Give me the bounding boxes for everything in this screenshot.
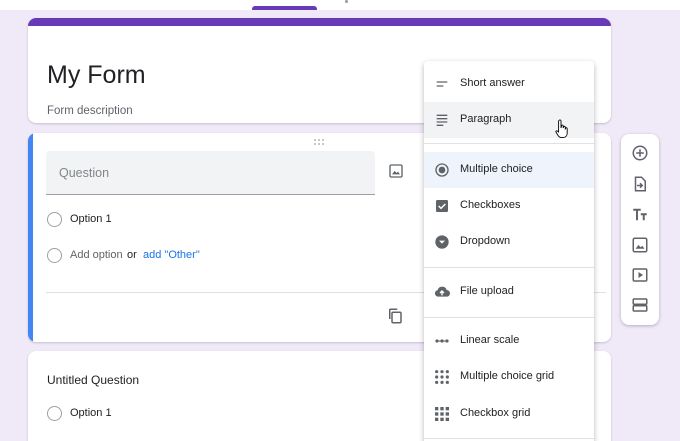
- add-video-icon[interactable]: [631, 266, 649, 284]
- checkbox-icon: [436, 200, 448, 212]
- option-1-radio-icon: [47, 406, 62, 421]
- menu-item-checkboxes[interactable]: Checkboxes: [424, 188, 594, 224]
- option-1-radio-icon: [47, 212, 62, 227]
- short-answer-icon: [436, 81, 448, 87]
- menu-item-file-upload[interactable]: File upload: [424, 274, 594, 310]
- menu-item-checkbox-grid[interactable]: Checkbox grid: [424, 396, 594, 432]
- untitled-question-title[interactable]: Untitled Question: [47, 373, 139, 387]
- add-other-button[interactable]: add "Other": [143, 249, 200, 261]
- menu-item-label: Multiple choice: [460, 163, 533, 175]
- grid-squares-icon: [435, 407, 449, 421]
- top-bar: [0, 0, 680, 10]
- form-description[interactable]: Form description: [47, 105, 133, 117]
- grid-dots-icon: [435, 370, 449, 384]
- menu-item-label: Checkbox grid: [460, 407, 531, 419]
- add-image-icon[interactable]: [388, 163, 404, 179]
- add-section-icon[interactable]: [631, 296, 649, 314]
- option-1-label[interactable]: Option 1: [70, 407, 112, 419]
- active-question-indicator: [28, 133, 33, 342]
- question-title-input[interactable]: Question: [46, 151, 375, 195]
- menu-item-linear-scale[interactable]: Linear scale: [424, 323, 594, 359]
- floating-toolbar: [621, 134, 659, 325]
- menu-item-label: Short answer: [460, 77, 525, 89]
- option-1-label[interactable]: Option 1: [70, 213, 112, 225]
- menu-item-short-answer[interactable]: Short answer: [424, 66, 594, 102]
- cloud-upload-icon: [434, 286, 450, 297]
- menu-divider: [424, 438, 594, 439]
- menu-item-label: Linear scale: [460, 334, 520, 346]
- add-question-icon[interactable]: [631, 144, 649, 162]
- menu-item-label: Multiple choice grid: [460, 370, 555, 382]
- drag-handle-icon[interactable]: [314, 139, 326, 147]
- tab-separator-dot: [345, 0, 348, 3]
- menu-item-label: Checkboxes: [460, 199, 521, 211]
- paragraph-icon: [436, 114, 448, 126]
- menu-divider: [424, 143, 594, 144]
- import-questions-icon[interactable]: [631, 175, 649, 193]
- tab-questions-indicator[interactable]: [252, 6, 317, 10]
- add-option-button[interactable]: Add option: [70, 249, 123, 261]
- question-placeholder: Question: [59, 166, 110, 180]
- linear-scale-icon: [435, 339, 449, 343]
- form-accent-band: [28, 18, 611, 26]
- dropdown-icon: [435, 235, 449, 249]
- menu-item-multiple-choice[interactable]: Multiple choice: [424, 152, 594, 188]
- duplicate-icon[interactable]: [386, 307, 404, 325]
- menu-item-label: Paragraph: [460, 113, 512, 125]
- add-option-radio-icon: [47, 248, 62, 263]
- or-text: or: [127, 249, 137, 261]
- menu-item-dropdown[interactable]: Dropdown: [424, 224, 594, 260]
- question-type-menu: Short answer Paragraph Multiple choice C…: [424, 61, 594, 441]
- menu-item-label: File upload: [460, 285, 514, 297]
- menu-item-multiple-choice-grid[interactable]: Multiple choice grid: [424, 359, 594, 395]
- hand-pointer-icon: [555, 119, 568, 139]
- form-title[interactable]: My Form: [47, 61, 146, 90]
- add-title-icon[interactable]: [631, 206, 649, 224]
- menu-item-label: Dropdown: [460, 235, 511, 247]
- menu-divider: [424, 267, 594, 268]
- radio-button-icon: [435, 163, 449, 177]
- menu-divider: [424, 317, 594, 318]
- add-image-icon[interactable]: [631, 236, 649, 254]
